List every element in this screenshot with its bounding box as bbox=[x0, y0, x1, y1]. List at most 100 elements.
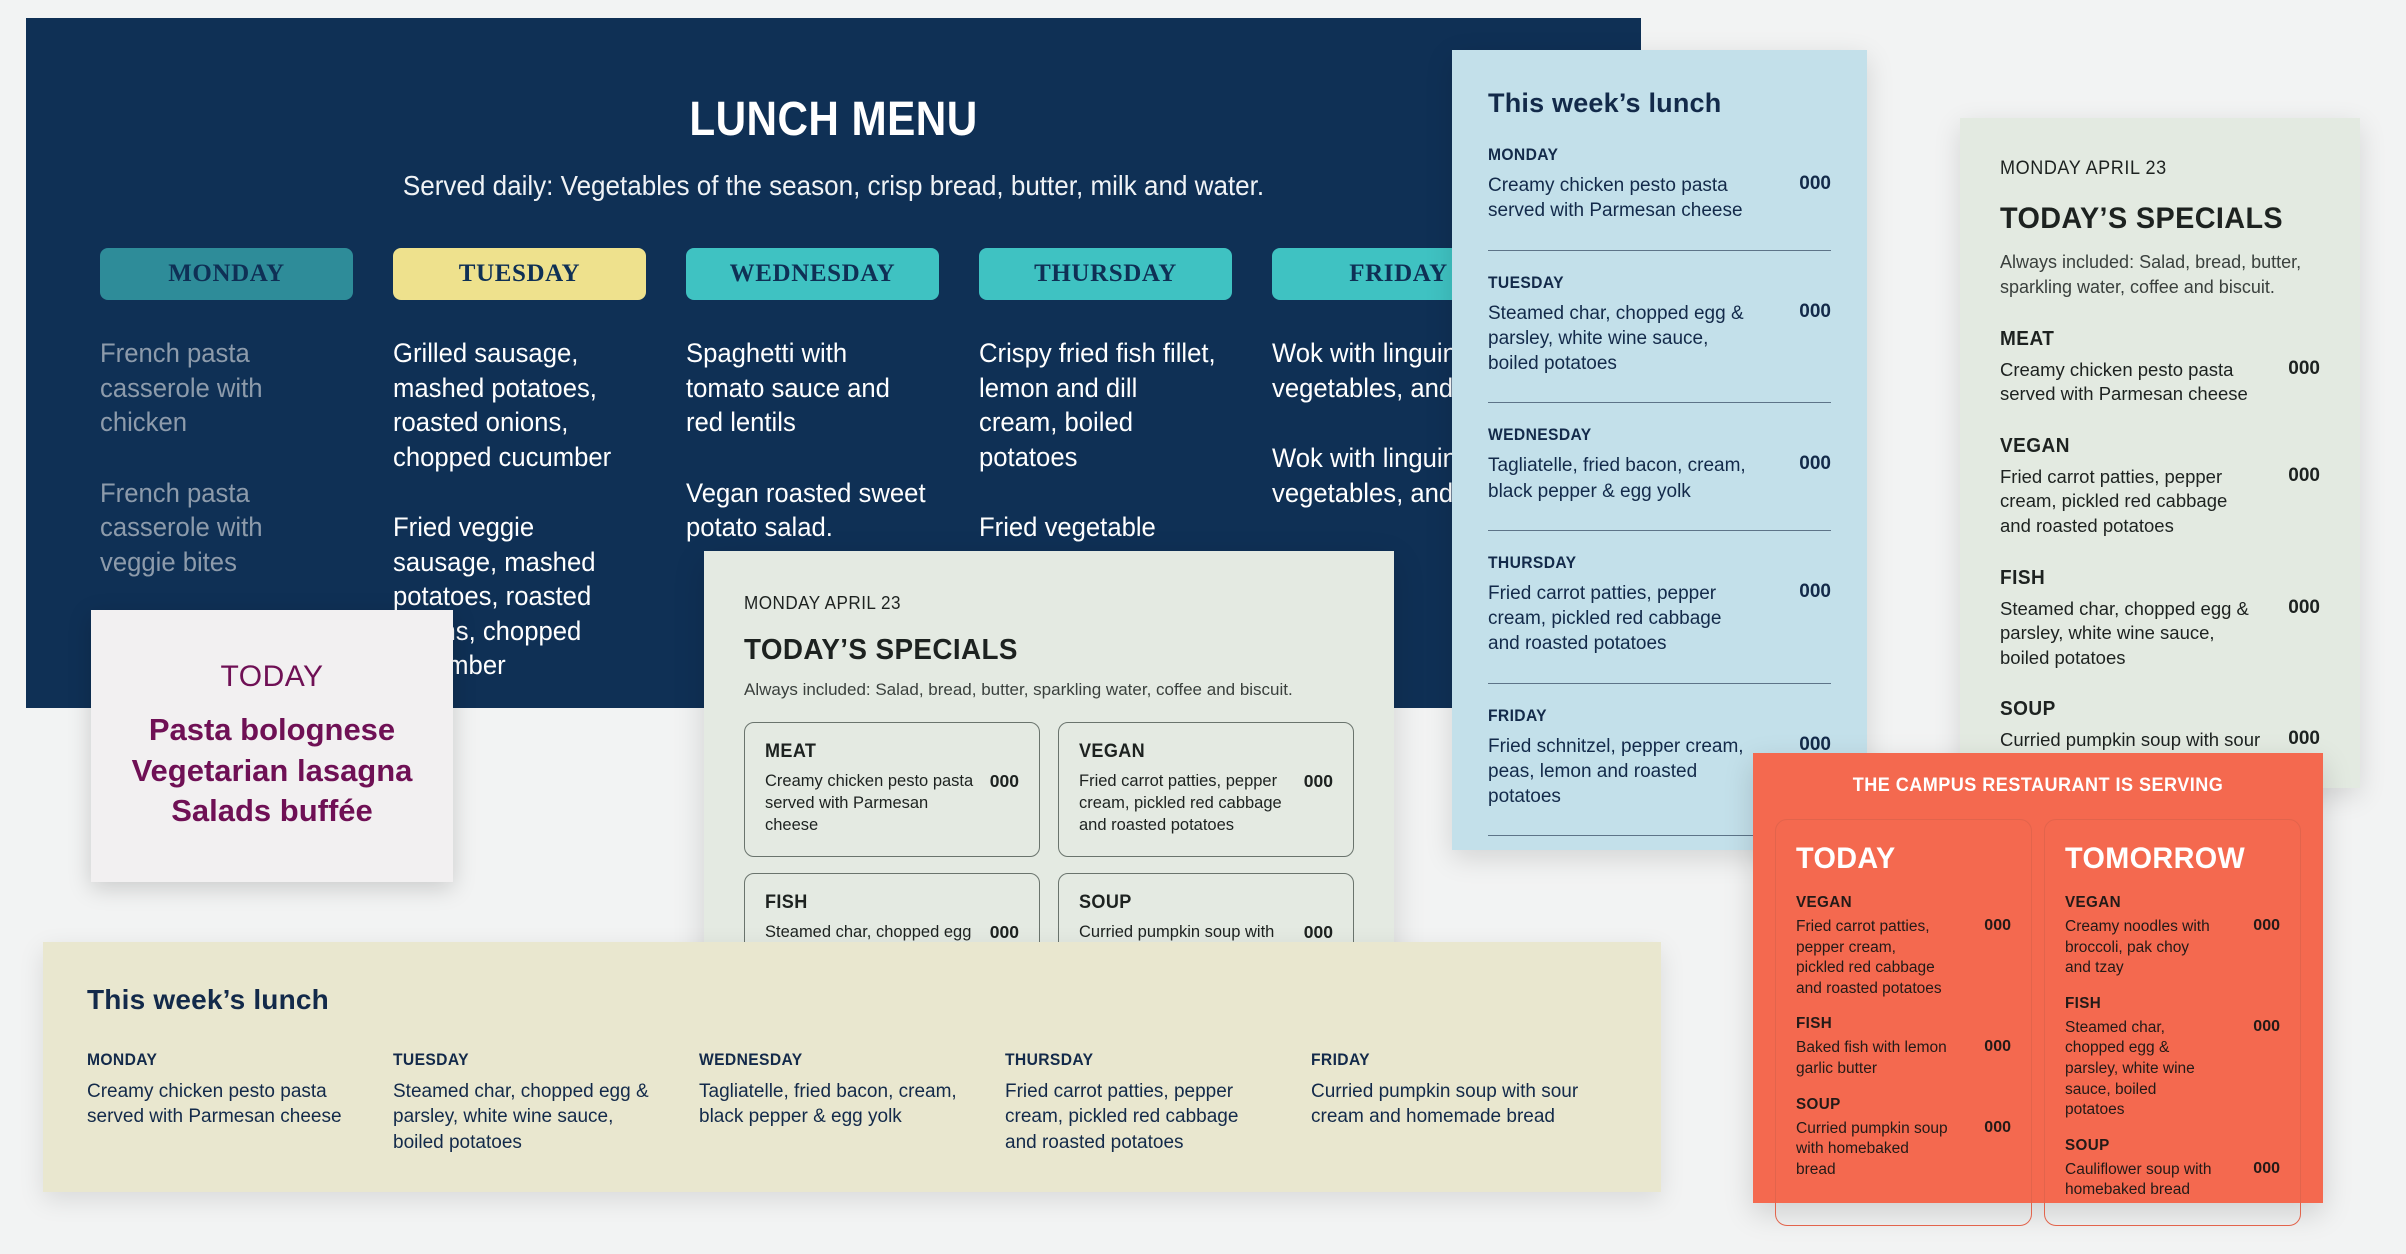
blue-row-body: Fried carrot patties, pepper cream, pick… bbox=[1488, 581, 1831, 657]
weekday-pill-tuesday[interactable]: TUESDAY bbox=[393, 248, 646, 300]
campus-column-heading: TOMORROW bbox=[2065, 842, 2246, 875]
beige-panel-columns: MONDAY Creamy chicken pesto pasta served … bbox=[87, 1050, 1617, 1155]
weekday-dish: Grilled sausage, mashed potatoes, roaste… bbox=[393, 338, 612, 472]
blue-panel-title: This week’s lunch bbox=[1488, 88, 1722, 118]
blue-row-day: MONDAY bbox=[1488, 145, 1559, 164]
specials-box-category: VEGAN bbox=[1079, 741, 1146, 762]
campus-item-row: Cauliflower soup with homebaked bread 000 bbox=[2065, 1160, 2280, 1201]
mint-item-dish: Fried carrot patties, pepper cream, pick… bbox=[2000, 465, 2228, 537]
mint-item-price: 000 bbox=[2288, 596, 2320, 618]
campus-item-price: 000 bbox=[2253, 1017, 2280, 1035]
campus-item-row: Fried carrot patties, pepper cream, pick… bbox=[1796, 917, 2011, 999]
campus-item-row: Steamed char, chopped egg & parsley, whi… bbox=[2065, 1018, 2280, 1121]
beige-panel-title: This week’s lunch bbox=[87, 984, 329, 1015]
mint-item-price: 000 bbox=[2288, 357, 2320, 379]
cream-card-heading: TODAY’S SPECIALS bbox=[744, 634, 1018, 666]
campus-item-dish: Creamy noodles with broccoli, pak choy a… bbox=[2065, 918, 2210, 977]
campus-item-dish: Fried carrot patties, pepper cream, pick… bbox=[1796, 918, 1942, 997]
mint-item-row: Steamed char, chopped egg & parsley, whi… bbox=[2000, 597, 2320, 671]
campus-item-row: Creamy noodles with broccoli, pak choy a… bbox=[2065, 917, 2280, 979]
blue-panel-row: TUESDAY Steamed char, chopped egg & parsl… bbox=[1488, 273, 1831, 377]
mint-item-category: SOUP bbox=[2000, 698, 2056, 721]
beige-column-dish: Steamed char, chopped egg & parsley, whi… bbox=[393, 1081, 649, 1153]
campus-panel-columns: TODAY VEGAN Fried carrot patties, pepper c… bbox=[1775, 819, 2301, 1227]
mint-item-dish: Steamed char, chopped egg & parsley, whi… bbox=[2000, 597, 2249, 668]
beige-column-day: FRIDAY bbox=[1311, 1050, 1370, 1069]
blue-row-day: FRIDAY bbox=[1488, 705, 1547, 725]
campus-panel-title: THE CAMPUS RESTAURANT IS SERVING bbox=[1852, 775, 2224, 796]
blue-panel-row: MONDAY Creamy chicken pesto pasta served … bbox=[1488, 145, 1831, 224]
campus-item-category: VEGAN bbox=[1796, 894, 1852, 911]
campus-item-row: Curried pumpkin soup with homebaked brea… bbox=[1796, 1119, 2011, 1181]
mint-panel-heading: TODAY’S SPECIALS bbox=[2000, 202, 2284, 235]
specials-box: VEGAN Fried carrot patties, pepper cream,… bbox=[1058, 722, 1354, 858]
weekly-lunch-beige-panel: This week’s lunch MONDAY Creamy chicken p… bbox=[43, 942, 1661, 1192]
todays-specials-cream-card: MONDAY APRIL 23 TODAY’S SPECIALS Always … bbox=[704, 551, 1394, 1009]
specials-box-row: Creamy chicken pesto pasta served with P… bbox=[765, 771, 1019, 836]
blue-panel-row: THURSDAY Fried carrot patties, pepper cre… bbox=[1488, 553, 1831, 657]
blue-row-body: Creamy chicken pesto pasta served with P… bbox=[1488, 173, 1831, 224]
mint-item-category: VEGAN bbox=[2000, 434, 2070, 457]
today-dish-list: Pasta bolognese Vegetarian lasagna Salads … bbox=[132, 710, 413, 833]
beige-column-dish: Tagliatelle, fried bacon, cream, black p… bbox=[699, 1081, 957, 1128]
blue-row-dish: Tagliatelle, fried bacon, cream, black p… bbox=[1488, 455, 1746, 502]
campus-column-tomorrow: TOMORROW VEGAN Creamy noodles with broccol… bbox=[2044, 819, 2301, 1227]
specials-box-dish: Creamy chicken pesto pasta served with P… bbox=[765, 772, 974, 834]
cream-card-note: Always included: Salad, bread, butter, s… bbox=[744, 680, 1293, 699]
beige-column-day: TUESDAY bbox=[393, 1050, 469, 1069]
specials-box-category: SOUP bbox=[1079, 892, 1132, 914]
campus-item-dish: Steamed char, chopped egg & parsley, whi… bbox=[2065, 1018, 2195, 1119]
blue-row-price: 000 bbox=[1799, 300, 1831, 322]
campus-column-today: TODAY VEGAN Fried carrot patties, pepper c… bbox=[1775, 819, 2032, 1227]
campus-item-dish: Baked fish with lemon garlic butter bbox=[1796, 1039, 1947, 1078]
blue-row-day: WEDNESDAY bbox=[1488, 425, 1592, 445]
campus-item-category: VEGAN bbox=[2065, 894, 2121, 911]
specials-box-price: 000 bbox=[1303, 771, 1333, 791]
specials-box-category: FISH bbox=[765, 892, 808, 914]
blue-row-body: Tagliatelle, fried bacon, cream, black p… bbox=[1488, 453, 1831, 504]
beige-column-thursday: THURSDAY Fried carrot patties, pepper cre… bbox=[1005, 1050, 1311, 1155]
weekday-dish: Vegan roasted sweet potato salad. bbox=[686, 477, 926, 543]
today-dish: Vegetarian lasagna bbox=[131, 752, 413, 788]
mint-panel-note: Always included: Salad, bread, butter, s… bbox=[2000, 252, 2302, 297]
specials-box-row: Fried carrot patties, pepper cream, pick… bbox=[1079, 771, 1333, 836]
beige-column-dish: Curried pumpkin soup with sour cream and… bbox=[1311, 1081, 1579, 1128]
campus-item-price: 000 bbox=[1984, 1038, 2011, 1056]
campus-item-price: 000 bbox=[2253, 1159, 2280, 1177]
specials-box-category: MEAT bbox=[765, 741, 817, 762]
blue-row-dish: Creamy chicken pesto pasta served with P… bbox=[1488, 175, 1743, 222]
weekday-dish: Crispy fried fish fillet, lemon and dill… bbox=[979, 338, 1216, 472]
blue-panel-rows: MONDAY Creamy chicken pesto pasta served … bbox=[1488, 145, 1831, 837]
beige-column-day: THURSDAY bbox=[1005, 1050, 1094, 1069]
blue-row-divider bbox=[1488, 682, 1831, 684]
weekday-pill-monday[interactable]: MONDAY bbox=[100, 248, 353, 300]
campus-item-dish: Curried pumpkin soup with homebaked brea… bbox=[1796, 1119, 1948, 1178]
blue-row-day: TUESDAY bbox=[1488, 272, 1564, 292]
campus-item-price: 000 bbox=[1984, 1118, 2011, 1136]
blue-panel-row: WEDNESDAY Tagliatelle, fried bacon, cream… bbox=[1488, 425, 1831, 504]
cream-card-date: MONDAY APRIL 23 bbox=[744, 593, 901, 613]
mint-item-category: MEAT bbox=[2000, 327, 2055, 350]
specials-box-dish: Fried carrot patties, pepper cream, pick… bbox=[1079, 772, 1282, 834]
blue-row-dish: Fried schnitzel, pepper cream, peas, lem… bbox=[1488, 735, 1744, 808]
beige-column-wednesday: WEDNESDAY Tagliatelle, fried bacon, cream… bbox=[699, 1050, 1005, 1155]
blue-row-price: 000 bbox=[1799, 453, 1831, 475]
mint-item-dish: Creamy chicken pesto pasta served with P… bbox=[2000, 358, 2248, 405]
board-subtitle: Served daily: Vegetables of the season, … bbox=[402, 170, 1265, 201]
weekday-pill-wednesday[interactable]: WEDNESDAY bbox=[686, 248, 939, 300]
mint-item-price: 000 bbox=[2288, 464, 2320, 486]
blue-row-dish: Fried carrot patties, pepper cream, pick… bbox=[1488, 582, 1722, 655]
mint-item-row: Creamy chicken pesto pasta served with P… bbox=[2000, 358, 2320, 407]
campus-item-category: SOUP bbox=[2065, 1136, 2110, 1154]
campus-item-category: FISH bbox=[1796, 1015, 1833, 1033]
blue-row-price: 000 bbox=[1799, 173, 1831, 194]
mint-panel-items: MEAT Creamy chicken pesto pasta served wi… bbox=[2000, 328, 2320, 778]
today-dish: Salads buffée bbox=[171, 793, 373, 829]
weekday-pill-thursday[interactable]: THURSDAY bbox=[979, 248, 1232, 300]
page-title: LUNCH MENU bbox=[689, 93, 978, 146]
blue-row-divider bbox=[1488, 249, 1831, 251]
specials-box: MEAT Creamy chicken pesto pasta served wi… bbox=[744, 722, 1040, 858]
campus-item-category: SOUP bbox=[1796, 1095, 1841, 1113]
blue-row-dish: Steamed char, chopped egg & parsley, whi… bbox=[1488, 302, 1744, 375]
beige-column-dish: Fried carrot patties, pepper cream, pick… bbox=[1005, 1081, 1239, 1153]
